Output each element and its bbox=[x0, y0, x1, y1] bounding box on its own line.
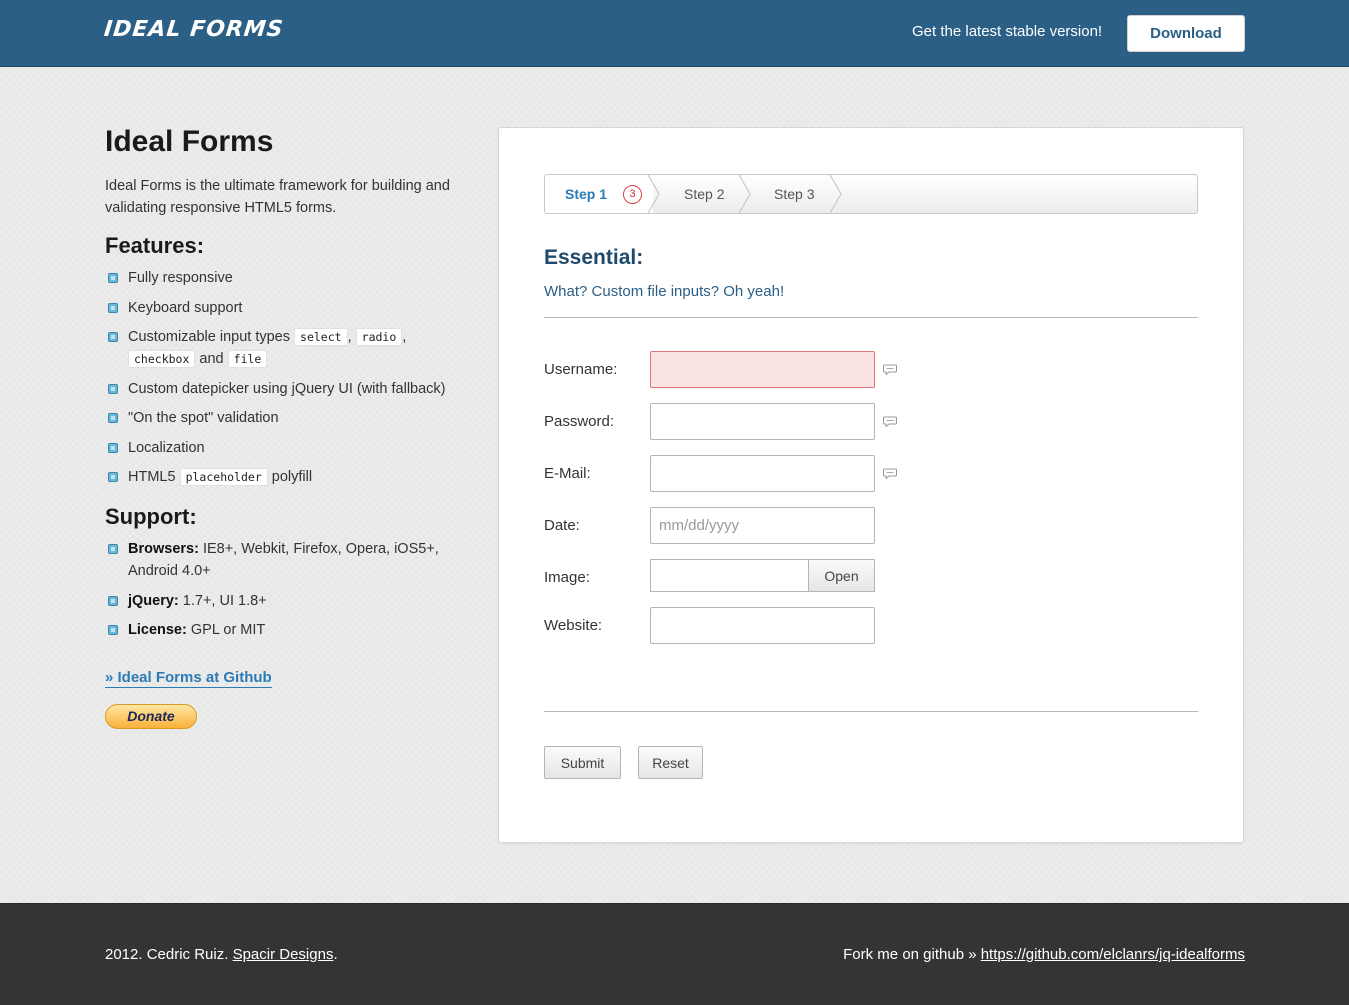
list-item: Localization bbox=[105, 437, 465, 459]
list-item: Keyboard support bbox=[105, 297, 465, 319]
support-list: Browsers: IE8+, Webkit, Firefox, Opera, … bbox=[105, 538, 465, 641]
image-label: Image: bbox=[544, 569, 590, 586]
list-item: Custom datepicker using jQuery UI (with … bbox=[105, 378, 465, 400]
feature-text: Keyboard support bbox=[128, 299, 243, 316]
tab-step-3[interactable]: Step 3 bbox=[743, 175, 833, 213]
list-item: License: GPL or MIT bbox=[105, 619, 465, 641]
features-heading: Features: bbox=[105, 233, 205, 258]
footer: 2012. Cedric Ruiz. Spacir Designs. Fork … bbox=[0, 903, 1349, 1005]
list-item: "On the spot" validation bbox=[105, 407, 465, 429]
feature-text: Localization bbox=[128, 439, 205, 456]
support-value: 1.7+, UI 1.8+ bbox=[178, 592, 267, 609]
date-row: Date: bbox=[544, 507, 944, 545]
company-link[interactable]: Spacir Designs bbox=[233, 946, 334, 963]
bullet-icon bbox=[108, 302, 118, 313]
password-label: Password: bbox=[544, 413, 615, 430]
code-checkbox: checkbox bbox=[128, 350, 196, 368]
bullet-icon bbox=[108, 544, 118, 554]
logo[interactable]: IDEAL FORMS bbox=[103, 17, 285, 42]
error-count-badge: 3 bbox=[623, 184, 643, 204]
tab-step-1[interactable]: Step 1 3 bbox=[545, 175, 653, 213]
code-select: select bbox=[294, 328, 348, 346]
speech-bubble-icon[interactable] bbox=[883, 364, 897, 375]
feature-text: "On the spot" validation bbox=[128, 410, 279, 426]
list-item: Browsers: IE8+, Webkit, Firefox, Opera, … bbox=[105, 538, 465, 582]
form-section-title: Essential: bbox=[544, 246, 644, 269]
download-button[interactable]: Download bbox=[1127, 15, 1245, 52]
form-card: Step 1 3 Step 2 Step 3 Essential: What? … bbox=[498, 127, 1244, 843]
bullet-icon bbox=[108, 383, 118, 394]
copyright-text: 2012. Cedric Ruiz. bbox=[105, 946, 233, 963]
file-name-field[interactable] bbox=[650, 559, 810, 592]
bullet-icon bbox=[108, 472, 118, 482]
github-url-link[interactable]: https://github.com/elclanrs/jq-idealform… bbox=[981, 946, 1245, 963]
tab-label: Step 2 bbox=[684, 186, 725, 202]
code-radio: radio bbox=[355, 328, 403, 346]
bullet-icon bbox=[108, 332, 118, 342]
header-tagline: Get the latest stable version! bbox=[912, 23, 1103, 40]
website-label: Website: bbox=[544, 617, 603, 634]
support-label: Browsers: bbox=[128, 541, 199, 557]
support-label: jQuery: bbox=[128, 592, 179, 609]
tab-step-2[interactable]: Step 2 bbox=[653, 175, 743, 213]
list-item: Fully responsive bbox=[105, 267, 465, 289]
fork-text: Fork me on github » bbox=[843, 946, 981, 963]
open-file-button[interactable]: Open bbox=[808, 559, 875, 592]
tab-label: Step 3 bbox=[774, 186, 815, 202]
bullet-icon bbox=[108, 595, 118, 606]
form-section-subtitle: What? Custom file inputs? Oh yeah! bbox=[544, 283, 785, 300]
submit-button[interactable]: Submit bbox=[544, 746, 621, 779]
date-label: Date: bbox=[544, 517, 580, 534]
reset-button[interactable]: Reset bbox=[638, 746, 703, 779]
divider bbox=[544, 711, 1198, 712]
bullet-icon bbox=[108, 442, 118, 453]
tab-label: Step 1 bbox=[565, 186, 608, 202]
github-link[interactable]: » Ideal Forms at Github bbox=[105, 669, 272, 688]
email-label: E-Mail: bbox=[544, 465, 591, 482]
step-tabs: Step 1 3 Step 2 Step 3 bbox=[544, 174, 1198, 214]
image-file-input: Open bbox=[650, 559, 875, 593]
feature-text: polyfill bbox=[271, 469, 313, 485]
bullet-icon bbox=[108, 273, 118, 283]
image-row: Image: Open bbox=[544, 559, 944, 597]
features-list: Fully responsive Keyboard support Custom… bbox=[105, 267, 465, 488]
intro-text: Ideal Forms is the ultimate framework fo… bbox=[105, 178, 450, 216]
divider bbox=[544, 317, 1198, 318]
footer-copyright: 2012. Cedric Ruiz. Spacir Designs. bbox=[105, 946, 338, 963]
feature-text: and bbox=[199, 351, 224, 367]
feature-text: HTML5 bbox=[128, 469, 176, 485]
list-item: Customizable input types select, radio, … bbox=[105, 326, 465, 370]
username-row: Username: bbox=[544, 351, 944, 389]
footer-fork: Fork me on github » https://github.com/e… bbox=[843, 946, 1245, 963]
speech-bubble-icon[interactable] bbox=[883, 416, 897, 427]
password-input[interactable] bbox=[650, 403, 875, 440]
sidebar: Ideal Forms Ideal Forms is the ultimate … bbox=[105, 125, 465, 729]
website-input[interactable] bbox=[650, 607, 875, 644]
code-file: file bbox=[227, 350, 268, 368]
bullet-icon bbox=[108, 625, 118, 635]
email-input[interactable] bbox=[650, 455, 875, 492]
feature-text: Custom datepicker using jQuery UI (with … bbox=[128, 380, 446, 397]
speech-bubble-icon[interactable] bbox=[883, 468, 897, 479]
donate-button[interactable]: Donate bbox=[105, 704, 197, 729]
website-row: Website: bbox=[544, 607, 944, 645]
feature-text: Customizable input types bbox=[128, 329, 290, 345]
page-title: Ideal Forms bbox=[105, 125, 274, 158]
username-input[interactable] bbox=[650, 351, 875, 388]
support-heading: Support: bbox=[105, 504, 197, 529]
email-row: E-Mail: bbox=[544, 455, 944, 493]
step-separator-icon bbox=[829, 175, 842, 213]
bullet-icon bbox=[108, 413, 118, 423]
top-header: IDEAL FORMS Get the latest stable versio… bbox=[0, 0, 1349, 67]
list-item: HTML5 placeholder polyfill bbox=[105, 466, 465, 488]
list-item: jQuery: 1.7+, UI 1.8+ bbox=[105, 590, 465, 612]
period-text: . bbox=[333, 946, 338, 963]
code-placeholder: placeholder bbox=[179, 468, 268, 486]
support-value: GPL or MIT bbox=[186, 622, 266, 638]
password-row: Password: bbox=[544, 403, 944, 441]
username-label: Username: bbox=[544, 361, 618, 378]
support-label: License: bbox=[128, 622, 187, 638]
date-input[interactable] bbox=[650, 507, 875, 544]
feature-text: Fully responsive bbox=[128, 270, 233, 286]
